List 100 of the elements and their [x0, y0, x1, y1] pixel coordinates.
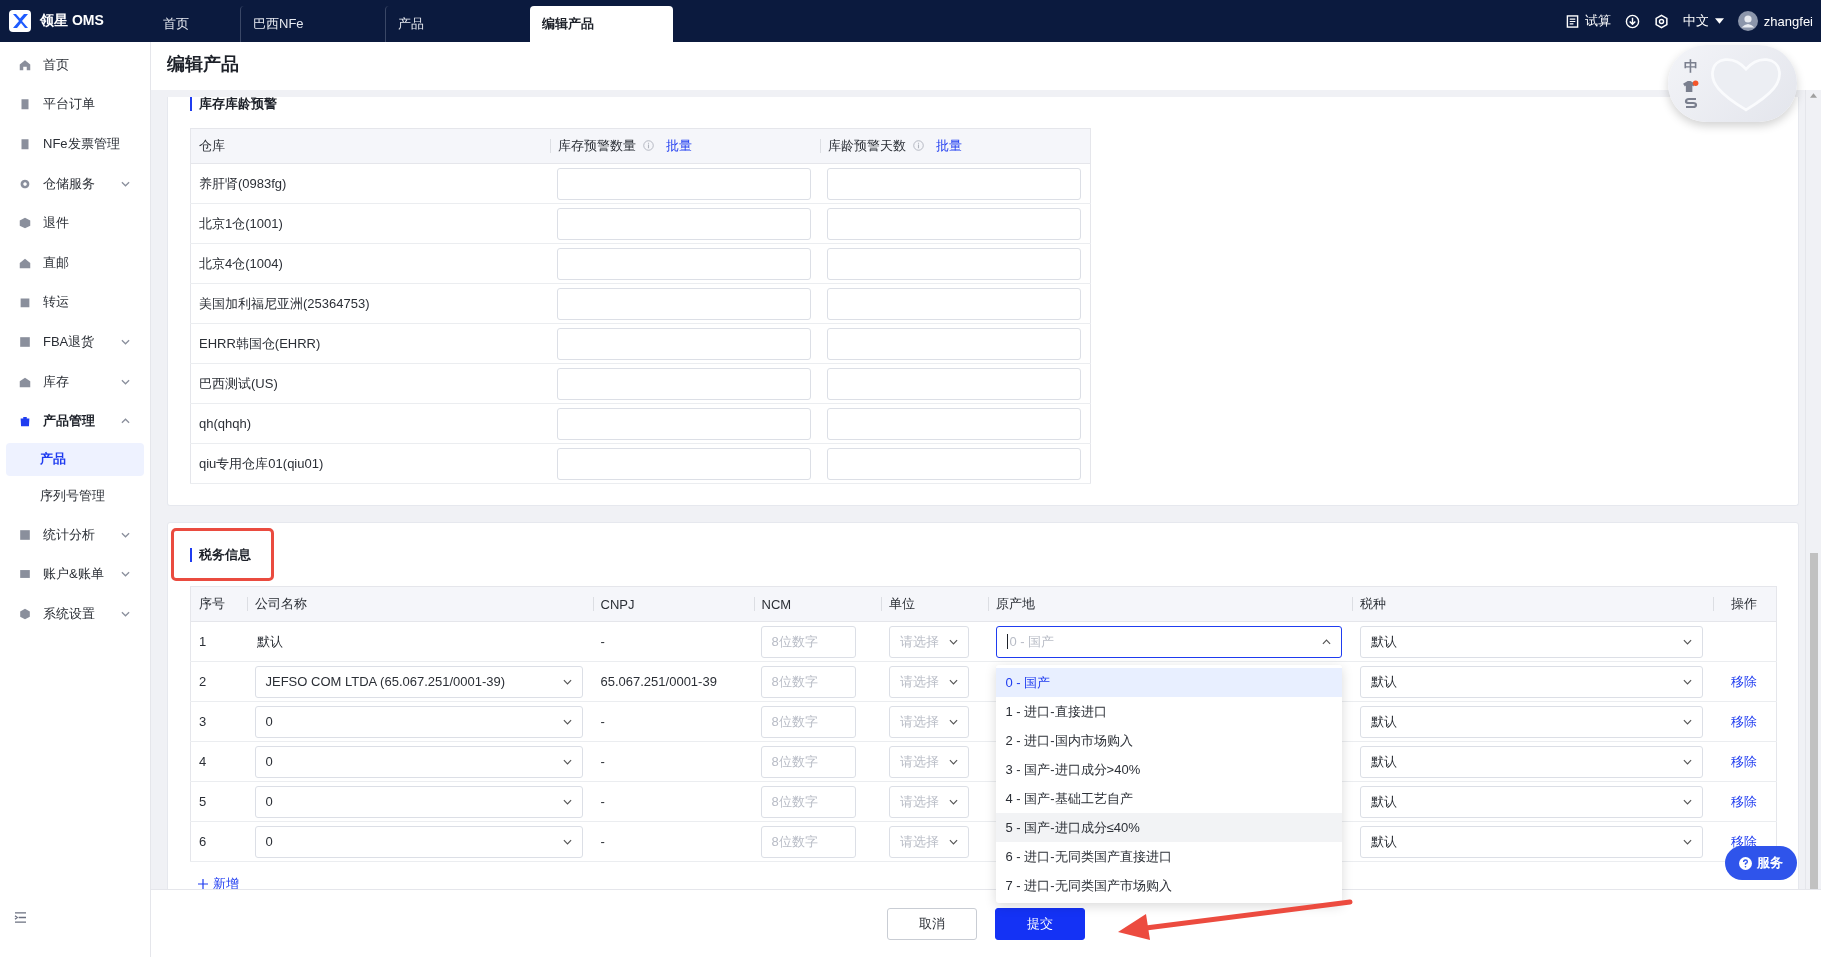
- submit-button[interactable]: 提交: [995, 907, 1085, 940]
- sidebar-item[interactable]: 首页: [0, 45, 150, 85]
- brand-name: 领星 OMS: [40, 12, 104, 30]
- sidebar-item[interactable]: 转运: [0, 282, 150, 323]
- column-header: NCM: [753, 586, 881, 622]
- scrollbar-thumb[interactable]: [1809, 553, 1818, 889]
- remove-link[interactable]: 移除: [1731, 673, 1758, 689]
- tab[interactable]: 编辑产品: [530, 6, 673, 42]
- remove-link[interactable]: 移除: [1731, 713, 1758, 729]
- ncm-input[interactable]: 8位数字: [760, 785, 856, 818]
- sidebar-item[interactable]: 统计分析: [0, 514, 150, 555]
- username[interactable]: zhangfei: [1763, 13, 1813, 29]
- column-header: 操作: [1712, 586, 1777, 622]
- text-input[interactable]: [826, 327, 1081, 360]
- ime-label[interactable]: 中: [1683, 58, 1698, 76]
- dropdown-option[interactable]: 7 - 进口-无同类国产市场购入: [995, 870, 1342, 900]
- company-select[interactable]: 0: [254, 705, 583, 738]
- batch-link[interactable]: 批量: [665, 138, 692, 153]
- dropdown-option[interactable]: 1 - 进口-直接进口: [995, 696, 1342, 726]
- ncm-input[interactable]: 8位数字: [760, 665, 856, 698]
- scroll-up-icon[interactable]: [1810, 93, 1817, 98]
- sidebar-item[interactable]: NFe发票管理: [0, 124, 150, 164]
- chevron-icon: [562, 838, 572, 845]
- text-input[interactable]: [556, 207, 811, 240]
- chevron-icon: [948, 758, 958, 765]
- chevron-icon: [1682, 678, 1692, 685]
- text-cursor: [1006, 634, 1008, 649]
- text-input[interactable]: [556, 367, 811, 400]
- shirt-icon[interactable]: [1682, 80, 1699, 93]
- company-select[interactable]: 0: [254, 785, 583, 818]
- ncm-input[interactable]: 8位数字: [760, 825, 856, 858]
- text-input[interactable]: [826, 167, 1081, 200]
- ncm-input[interactable]: 8位数字: [760, 745, 856, 778]
- ncm-input[interactable]: 8位数字: [760, 705, 856, 738]
- calculator-button[interactable]: 试算: [1565, 12, 1611, 30]
- text-input[interactable]: [556, 327, 811, 360]
- table-cell: 1: [190, 621, 247, 662]
- text-input[interactable]: [826, 447, 1081, 480]
- ncm-input[interactable]: 8位数字: [760, 625, 856, 658]
- sidebar-item[interactable]: 账户&账单: [0, 554, 150, 595]
- text-input[interactable]: [826, 407, 1081, 440]
- column-label: 仓库: [199, 138, 225, 153]
- help-icon: [1739, 856, 1752, 870]
- section-title: 税务信息: [190, 547, 251, 562]
- dropdown-option[interactable]: 2 - 进口-国内市场购入: [995, 725, 1342, 755]
- company-select[interactable]: 0: [254, 745, 583, 778]
- text-input[interactable]: [556, 447, 811, 480]
- table-cell: qiu专用仓库01(qiu01): [190, 443, 550, 484]
- dropdown-option[interactable]: 6 - 进口-无同类国产直接进口: [995, 841, 1342, 871]
- sidebar-item[interactable]: 直邮: [0, 242, 150, 283]
- sidebar-item[interactable]: FBA退货: [0, 322, 150, 362]
- dropdown-option[interactable]: 5 - 国产-进口成分≤40%: [995, 812, 1342, 842]
- text-input[interactable]: [556, 407, 811, 440]
- table-cell: 养肝肾(0983fg): [190, 163, 550, 204]
- tab[interactable]: 首页: [151, 6, 240, 42]
- tax-type-select[interactable]: 默认: [1359, 825, 1703, 858]
- collapse-icon[interactable]: [14, 912, 27, 923]
- cancel-button[interactable]: 取消: [887, 907, 977, 940]
- tab[interactable]: 巴西NFe: [240, 6, 385, 42]
- sidebar-item[interactable]: 仓储服务: [0, 163, 150, 204]
- text-input[interactable]: [826, 207, 1081, 240]
- table-cell: 美国加利福尼亚洲(25364753): [190, 283, 550, 324]
- tax-type-select[interactable]: 默认: [1359, 785, 1703, 818]
- submenu-item[interactable]: 序列号管理: [6, 479, 144, 513]
- sidebar-item[interactable]: 平台订单: [0, 84, 150, 125]
- settings-icon[interactable]: [1653, 13, 1669, 29]
- remove-link[interactable]: 移除: [1731, 793, 1758, 809]
- text-input[interactable]: [826, 367, 1081, 400]
- caret-icon: [1714, 18, 1724, 24]
- remove-link[interactable]: 移除: [1731, 753, 1758, 769]
- text-input[interactable]: [826, 287, 1081, 320]
- text-input[interactable]: [556, 167, 811, 200]
- download-icon[interactable]: [1624, 13, 1640, 29]
- chevron-icon: [1321, 638, 1331, 645]
- table-cell: 65.067.251/0001-39: [592, 661, 754, 702]
- dropdown-option[interactable]: 3 - 国产-进口成分>40%: [995, 754, 1342, 784]
- tax-type-select[interactable]: 默认: [1359, 745, 1703, 778]
- avatar-icon[interactable]: [1737, 11, 1758, 31]
- chevron-icon: [948, 798, 958, 805]
- sidebar-item[interactable]: 库存: [0, 361, 150, 402]
- language-select[interactable]: 中文: [1682, 12, 1724, 30]
- sidebar-item[interactable]: 系统设置: [0, 594, 150, 634]
- company-select[interactable]: JEFSO COM LTDA (65.067.251/0001-39): [254, 665, 583, 698]
- batch-link[interactable]: 批量: [935, 138, 962, 153]
- company-select[interactable]: 0: [254, 825, 583, 858]
- tax-type-select[interactable]: 默认: [1359, 705, 1703, 738]
- text-input[interactable]: [556, 287, 811, 320]
- add-button[interactable]: 新增: [198, 875, 239, 893]
- tax-type-select[interactable]: 默认: [1359, 625, 1703, 658]
- submenu-item[interactable]: 产品: [6, 442, 144, 476]
- squiggle-icon[interactable]: [1683, 97, 1698, 109]
- sidebar-item[interactable]: 退件: [0, 203, 150, 243]
- sidebar-item[interactable]: 产品管理: [0, 401, 150, 441]
- chevron-icon: [948, 638, 958, 645]
- dropdown-option[interactable]: 4 - 国产-基础工艺自产: [995, 783, 1342, 813]
- text-input[interactable]: [826, 247, 1081, 280]
- tax-type-select[interactable]: 默认: [1359, 665, 1703, 698]
- text-input[interactable]: [556, 247, 811, 280]
- bag-icon: [18, 414, 32, 429]
- dropdown-option[interactable]: 0 - 国产: [995, 667, 1342, 697]
